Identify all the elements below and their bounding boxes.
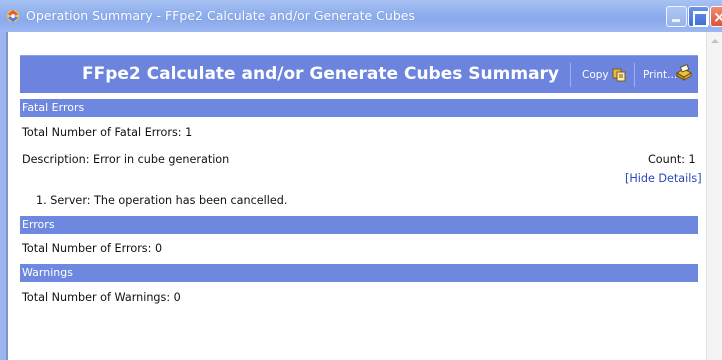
copy-button[interactable]: Copy [582,69,609,81]
summary-banner: FFpe2 Calculate and/or Generate Cubes Su… [20,55,698,93]
errors-header: Errors [20,216,698,234]
hide-details-link[interactable]: [Hide Details] [625,172,702,185]
errors-total: Total Number of Errors: 0 [22,242,163,255]
copy-icon[interactable] [612,68,626,82]
fatal-errors-header: Fatal Errors [20,99,698,117]
window-frame-left-inner [6,32,8,360]
window-title: Operation Summary - FFpe2 Calculate and/… [26,8,415,23]
minimize-button[interactable] [666,6,687,27]
app-icon [7,10,19,22]
close-icon: × [713,8,722,26]
warnings-header: Warnings [20,264,698,282]
fatal-error-description: Description: Error in cube generation [22,153,230,166]
maximize-button[interactable] [688,6,709,27]
operation-summary-window: Operation Summary - FFpe2 Calculate and/… [0,0,722,360]
fatal-errors-total: Total Number of Fatal Errors: 1 [22,126,193,139]
summary-title: FFpe2 Calculate and/or Generate Cubes Su… [82,64,560,84]
scroll-up-arrow-icon[interactable] [709,36,720,47]
fatal-error-count: Count: 1 [648,153,696,166]
banner-separator [570,63,571,87]
warnings-heading: Warnings [22,266,73,279]
banner-separator [634,63,635,87]
print-button[interactable]: Print... [643,69,677,81]
vertical-scrollbar[interactable] [706,32,722,360]
close-button[interactable]: × [710,6,722,27]
fatal-error-detail-item: 1. Server: The operation has been cancel… [36,194,288,207]
warnings-total: Total Number of Warnings: 0 [22,291,181,304]
fatal-errors-heading: Fatal Errors [22,101,85,114]
title-bar[interactable]: Operation Summary - FFpe2 Calculate and/… [0,0,722,32]
errors-heading: Errors [22,218,55,231]
printer-icon[interactable] [675,64,693,82]
